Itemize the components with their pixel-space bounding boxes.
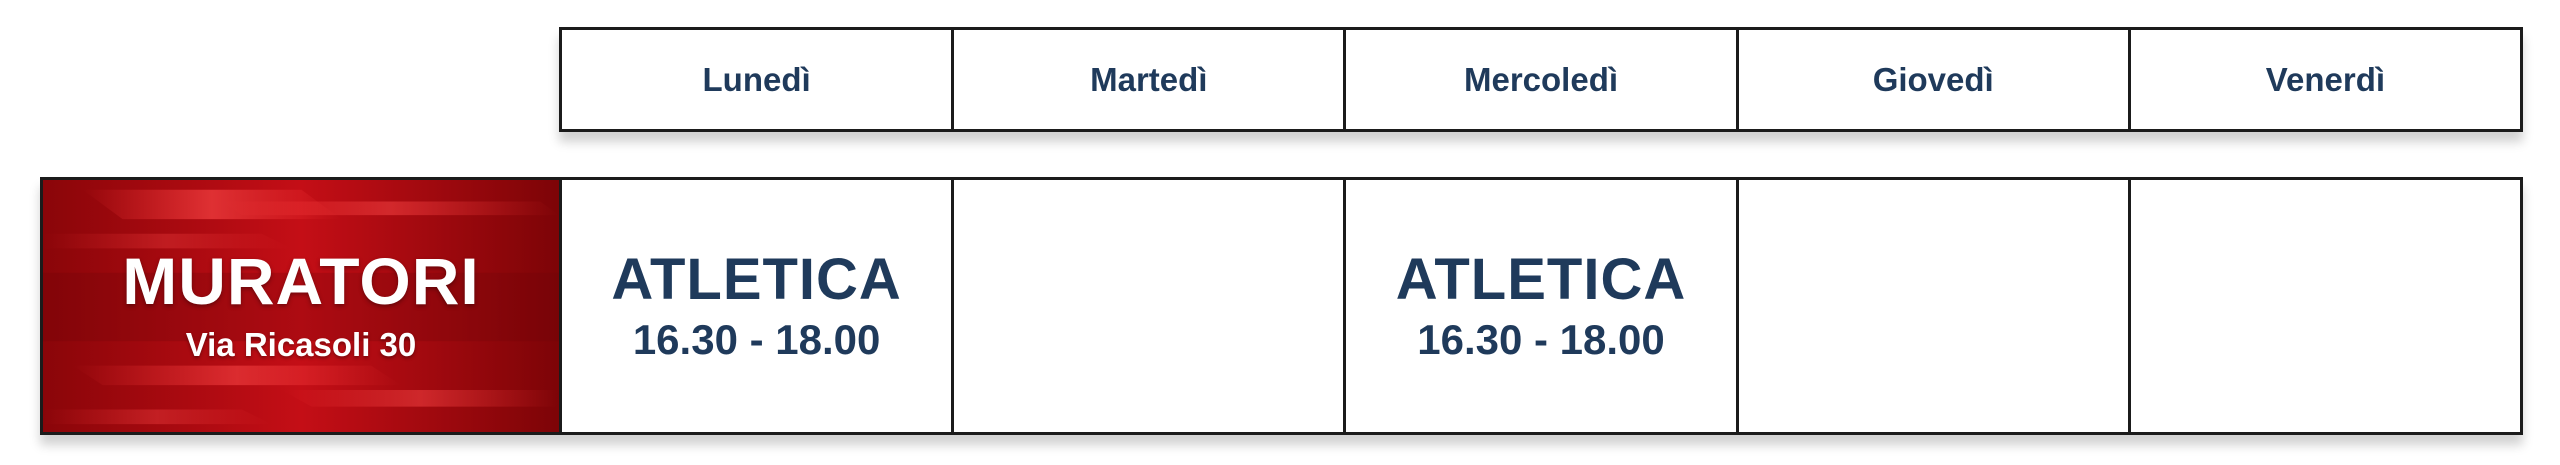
slot-thursday	[1739, 180, 2131, 432]
day-header-thursday: Giovedì	[1739, 30, 2131, 129]
day-header-friday: Venerdì	[2265, 60, 2386, 98]
schedule-page: Lunedì Martedì Mercoledì Giovedì Venerdì	[0, 0, 2560, 465]
schedule-row: MURATORI Via Ricasoli 30 ATLETICA 16.30 …	[40, 177, 2523, 435]
slot-activity: ATLETICA	[1395, 247, 1687, 312]
slot-monday: ATLETICA 16.30 - 18.00	[562, 180, 955, 432]
location-name: MURATORI	[122, 244, 480, 318]
weekday-header: Lunedì Martedì Mercoledì Giovedì Venerdì	[559, 27, 2523, 132]
slot-wednesday: ATLETICA 16.30 - 18.00	[1346, 180, 1739, 432]
day-header-tuesday: Martedì	[954, 30, 1347, 129]
slot-time: 16.30 - 18.00	[1417, 316, 1665, 363]
slot-activity: ATLETICA	[611, 247, 902, 312]
location-cell: MURATORI Via Ricasoli 30	[43, 180, 562, 432]
day-header-wednesday: Mercoledì	[1346, 30, 1739, 129]
slot-time: 16.30 - 18.00	[632, 316, 881, 363]
location-address: Via Ricasoli 30	[185, 326, 417, 363]
slot-friday	[2131, 180, 2520, 432]
slot-tuesday	[954, 180, 1347, 432]
day-header-monday: Lunedì	[562, 30, 955, 129]
